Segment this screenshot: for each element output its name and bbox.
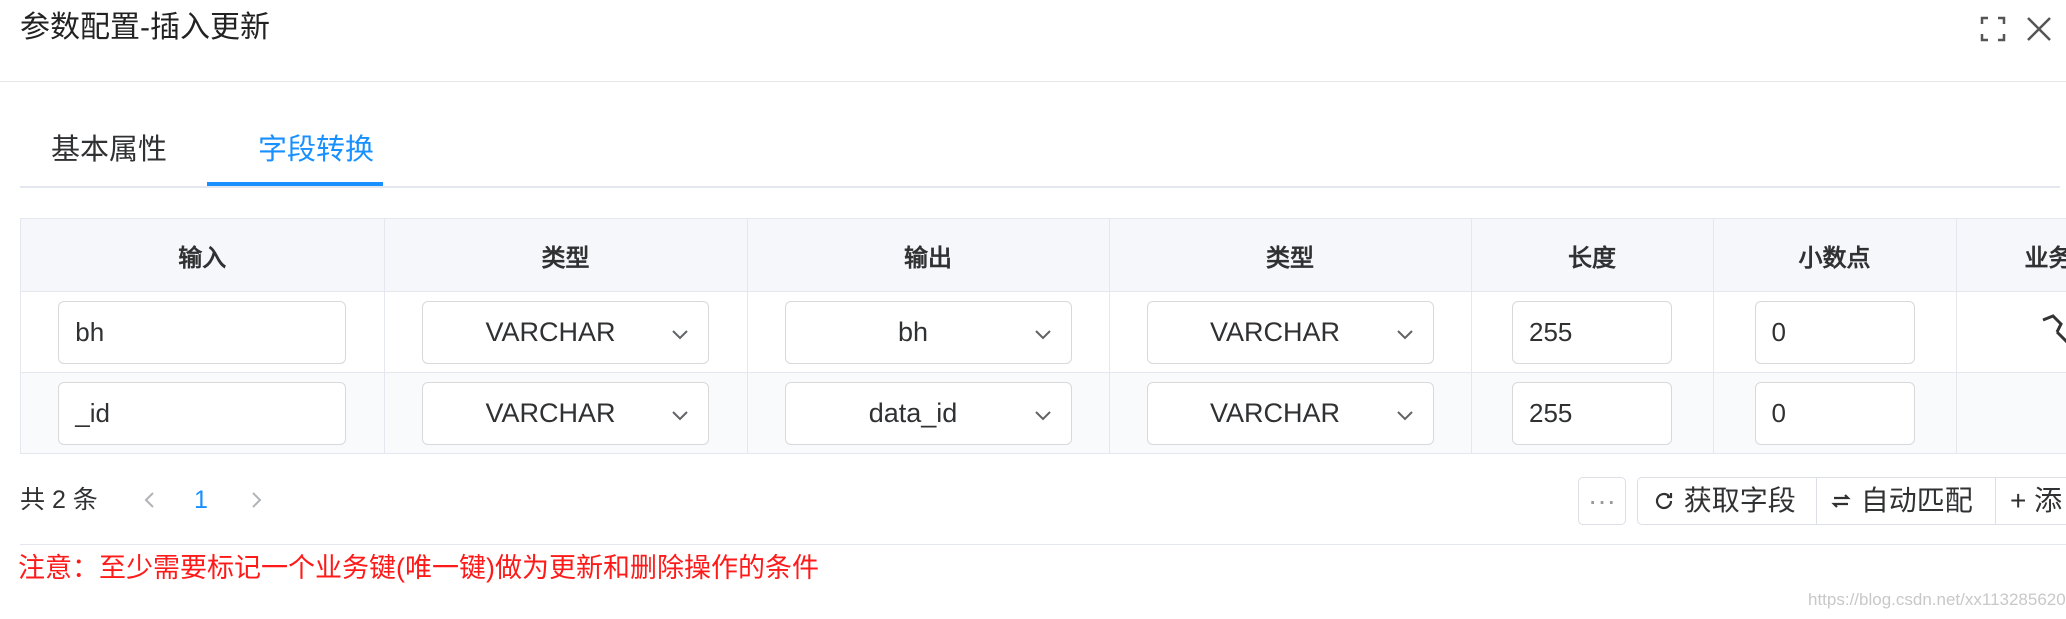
cell-input: bh — [21, 291, 385, 373]
cell-output: data_id — [747, 372, 1110, 453]
input-type-select[interactable]: VARCHAR — [422, 381, 709, 445]
cell-output: bh — [747, 291, 1110, 373]
pagination: 共 2 条 1 — [20, 478, 262, 522]
chevron-down-icon — [1034, 329, 1051, 339]
chevron-down-icon — [672, 329, 688, 339]
cell-output-type: VARCHAR — [1109, 291, 1472, 373]
cell-output-type: VARCHAR — [1109, 372, 1472, 453]
table-row: _id VARCHAR data_id VARCHAR 255 0 — [21, 372, 2066, 453]
maximize-icon[interactable] — [1978, 14, 2008, 44]
output-type-select[interactable]: VARCHAR — [1146, 300, 1434, 364]
active-tab-indicator — [207, 182, 383, 186]
input-type-select[interactable]: VARCHAR — [422, 300, 709, 364]
table-row: bh VARCHAR bh VARCHAR 255 0 — [21, 291, 2066, 373]
column-header-business-key: 业务 — [1956, 219, 2066, 292]
refresh-icon — [1655, 492, 1673, 510]
cell-decimal: 0 — [1713, 372, 1957, 453]
pagination-total: 共 2 条 — [20, 486, 98, 514]
cell-business-key — [1956, 372, 2066, 453]
cell-business-key — [1956, 291, 2066, 373]
watermark: https://blog.csdn.net/xx1132856201 — [1808, 590, 2066, 609]
length-input[interactable]: 255 — [1512, 381, 1672, 445]
warning-note: 注意：至少需要标记一个业务键(唯一键)做为更新和删除操作的条件 — [18, 553, 819, 583]
output-field-select[interactable]: bh — [784, 300, 1072, 364]
cell-length: 255 — [1471, 372, 1714, 453]
cell-decimal: 0 — [1713, 291, 1957, 373]
cell-length: 255 — [1471, 291, 1714, 373]
dialog-title: 参数配置-插入更新 — [20, 11, 270, 44]
divider — [20, 544, 2066, 545]
auto-match-button[interactable]: 自动匹配 — [1816, 477, 1996, 525]
swap-icon — [1831, 494, 1851, 508]
decimal-input[interactable]: 0 — [1754, 300, 1915, 364]
input-type-value: VARCHAR — [485, 316, 616, 347]
field-mapping-table: 输入 类型 输出 类型 长度 小数点 业务 bh VARCHAR — [20, 218, 2066, 454]
tab-field-conversion[interactable]: 字段转换 — [258, 130, 374, 170]
chevron-left-icon[interactable] — [138, 488, 162, 512]
column-header-decimal: 小数点 — [1713, 219, 1957, 292]
output-field-select[interactable]: data_id — [784, 381, 1072, 445]
get-fields-button[interactable]: 获取字段 — [1637, 477, 1817, 525]
output-type-value: VARCHAR — [1209, 397, 1341, 428]
get-fields-label: 获取字段 — [1683, 485, 1796, 516]
cell-input-type: VARCHAR — [384, 291, 748, 373]
output-type-value: VARCHAR — [1209, 316, 1341, 347]
pagination-page[interactable]: 1 — [194, 478, 208, 522]
auto-match-label: 自动匹配 — [1860, 485, 1973, 516]
length-input[interactable]: 255 — [1512, 300, 1672, 364]
output-field-value: bh — [897, 316, 929, 347]
tab-bar: 基本属性 字段转换 — [20, 120, 2060, 188]
cell-input-type: VARCHAR — [384, 372, 748, 453]
key-icon[interactable] — [2037, 310, 2066, 350]
output-field-value: data_id — [868, 397, 958, 428]
dialog-header: 参数配置-插入更新 — [0, 0, 2066, 82]
input-type-value: VARCHAR — [485, 397, 616, 428]
more-button[interactable]: ··· — [1578, 477, 1626, 525]
column-header-length: 长度 — [1471, 219, 1714, 292]
chevron-down-icon — [1396, 329, 1413, 339]
cell-input: _id — [21, 372, 385, 453]
input-field-name[interactable]: bh — [58, 300, 347, 364]
close-icon[interactable] — [2024, 14, 2054, 44]
add-button[interactable]: + 添 — [1995, 477, 2066, 525]
column-header-input: 输入 — [21, 219, 385, 292]
column-header-output: 输出 — [747, 219, 1110, 292]
chevron-down-icon — [1034, 410, 1051, 420]
output-type-select[interactable]: VARCHAR — [1146, 381, 1434, 445]
input-field-name[interactable]: _id — [58, 381, 347, 445]
column-header-input-type: 类型 — [384, 219, 748, 292]
chevron-down-icon — [1396, 410, 1413, 420]
chevron-right-icon[interactable] — [244, 488, 268, 512]
tab-basic-properties[interactable]: 基本属性 — [51, 130, 167, 170]
column-header-output-type: 类型 — [1109, 219, 1472, 292]
decimal-input[interactable]: 0 — [1754, 381, 1915, 445]
chevron-down-icon — [672, 410, 688, 420]
